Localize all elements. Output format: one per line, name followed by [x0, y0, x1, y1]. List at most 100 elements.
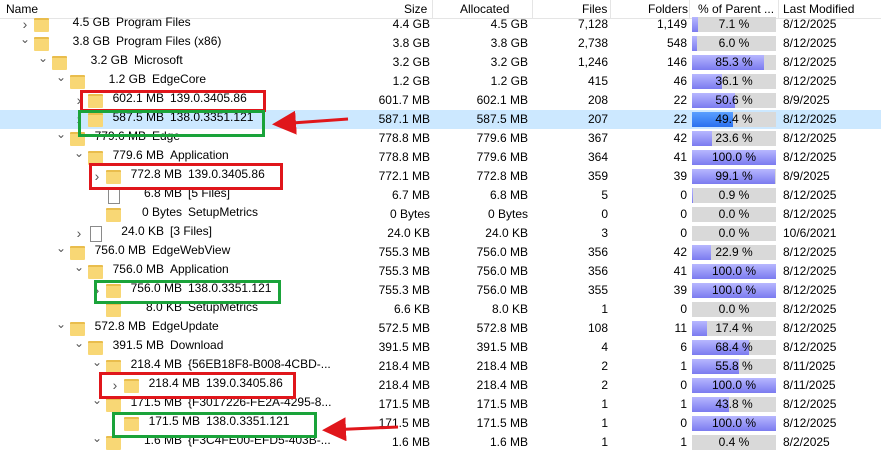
files-cell: 1	[601, 435, 608, 449]
allocated-cell: 218.4 MB	[476, 378, 528, 392]
allocated-cell: 756.0 MB	[476, 283, 528, 297]
percent-label: 100.0 %	[711, 416, 757, 430]
files-cell: 2,738	[577, 36, 608, 50]
chevron-right-icon[interactable]	[74, 224, 84, 243]
percent-bar: 23.6 %	[692, 131, 776, 146]
file-icon	[108, 188, 120, 204]
tree-row[interactable]: 24.0 KB [3 Files] 24.0 KB 24.0 KB 3 0 0.0 % 10/…	[0, 224, 881, 243]
percent-label: 7.1 %	[718, 17, 750, 31]
tree-item-name: Program Files	[116, 15, 191, 29]
percent-label: 49.4 %	[715, 112, 753, 126]
modified-cell: 8/12/2025	[783, 74, 837, 88]
files-cell: 4	[601, 340, 608, 354]
modified-cell: 8/2/2025	[783, 435, 830, 449]
chevron-down-icon[interactable]	[56, 243, 66, 262]
files-cell: 2	[601, 378, 608, 392]
folders-cell: 22	[673, 93, 687, 107]
tree-item-name: Microsoft	[134, 53, 183, 67]
chevron-down-icon[interactable]	[74, 338, 84, 357]
tree-size-label: 779.6 MB	[112, 148, 164, 162]
tree-row[interactable]: 4.5 GB Program Files 4.4 GB 4.5 GB 7,128 1,14…	[0, 15, 881, 34]
modified-cell: 8/12/2025	[783, 150, 837, 164]
files-cell: 0	[601, 207, 608, 221]
allocated-cell: 756.0 MB	[476, 245, 528, 259]
percent-bar: 0.0 %	[692, 226, 776, 241]
tree-size-label: 24.0 KB	[121, 224, 164, 238]
chevron-down-icon[interactable]	[56, 72, 66, 91]
size-cell: 3.2 GB	[392, 55, 430, 69]
files-cell: 3	[601, 226, 608, 240]
folder-icon	[70, 322, 85, 336]
tree-item-name: EdgeWebView	[152, 243, 231, 257]
percent-label: 0.0 %	[718, 226, 750, 240]
folders-cell: 11	[674, 321, 687, 335]
chevron-down-icon[interactable]	[74, 148, 84, 167]
tree-row[interactable]: 756.0 MB EdgeWebView 755.3 MB 756.0 MB 356 42…	[0, 243, 881, 262]
size-cell: 572.5 MB	[378, 321, 430, 335]
size-cell: 778.8 MB	[378, 150, 430, 164]
percent-label: 100.0 %	[711, 264, 757, 278]
folders-cell: 0	[680, 302, 687, 316]
percent-bar: 55.8 %	[692, 359, 776, 374]
modified-cell: 8/12/2025	[783, 36, 837, 50]
files-cell: 207	[587, 112, 608, 126]
percent-label: 17.4 %	[715, 321, 753, 335]
size-cell: 24.0 KB	[387, 226, 430, 240]
tree-row[interactable]: 572.8 MB EdgeUpdate 572.5 MB 572.8 MB 108 11 1…	[0, 319, 881, 338]
folders-cell: 0	[680, 416, 687, 430]
tree-row[interactable]: 0 Bytes SetupMetrics 0 Bytes 0 Bytes 0 0 0.0 %…	[0, 205, 881, 224]
size-cell: 171.5 MB	[378, 397, 430, 411]
folders-cell: 1,149	[656, 17, 687, 31]
chevron-down-icon[interactable]	[74, 262, 84, 281]
chevron-down-icon[interactable]	[56, 129, 66, 148]
allocated-cell: 4.5 GB	[490, 17, 528, 31]
folder-icon	[106, 398, 121, 412]
green-highlight-box	[112, 412, 317, 438]
percent-bar: 85.3 %	[692, 55, 776, 70]
files-cell: 356	[587, 245, 608, 259]
percent-bar: 100.0 %	[692, 378, 776, 393]
percent-label: 85.3 %	[715, 55, 753, 69]
modified-cell: 8/12/2025	[783, 17, 837, 31]
folder-icon	[70, 75, 85, 89]
tree-row[interactable]: 3.2 GB Microsoft 3.2 GB 3.2 GB 1,246 146 85.3 …	[0, 53, 881, 72]
chevron-down-icon[interactable]	[56, 319, 66, 338]
folder-icon	[88, 265, 103, 279]
folders-cell: 1	[680, 435, 687, 449]
files-cell: 1	[601, 302, 608, 316]
files-cell: 367	[587, 131, 608, 145]
tree-row[interactable]: 3.8 GB Program Files (x86) 3.8 GB 3.8 GB 2,7…	[0, 34, 881, 53]
tree-size-label: 4.5 GB	[72, 15, 110, 29]
green-highlight-box	[78, 110, 265, 137]
modified-cell: 8/12/2025	[783, 131, 837, 145]
percent-bar: 100.0 %	[692, 150, 776, 165]
tree-item-name: Application	[170, 262, 229, 276]
chevron-down-icon[interactable]	[92, 433, 102, 452]
tree-size-label: 0 Bytes	[141, 205, 182, 219]
modified-cell: 8/12/2025	[783, 112, 837, 126]
percent-label: 100.0 %	[711, 283, 757, 297]
folders-cell: 548	[666, 36, 687, 50]
percent-bar: 22.9 %	[692, 245, 776, 260]
percent-label: 100.0 %	[711, 378, 757, 392]
chevron-down-icon[interactable]	[38, 53, 48, 72]
folder-icon	[106, 303, 121, 317]
folder-icon	[34, 18, 49, 32]
tree-row[interactable]: 1.2 GB EdgeCore 1.2 GB 1.2 GB 415 46 36.1 % 8/1…	[0, 72, 881, 91]
allocated-cell: 171.5 MB	[476, 416, 528, 430]
allocated-cell: 587.5 MB	[476, 112, 528, 126]
tree-size-label: 572.8 MB	[94, 319, 146, 333]
percent-label: 23.6 %	[715, 131, 753, 145]
chevron-down-icon[interactable]	[20, 34, 30, 53]
folder-icon	[88, 341, 103, 355]
size-cell: 3.8 GB	[392, 36, 430, 50]
tree-row[interactable]: 756.0 MB Application 755.3 MB 756.0 MB 356 41…	[0, 262, 881, 281]
percent-label: 50.6 %	[715, 93, 753, 107]
tree-row[interactable]: 391.5 MB Download 391.5 MB 391.5 MB 4 6 68.4 %…	[0, 338, 881, 357]
percent-bar: 36.1 %	[692, 74, 776, 89]
modified-cell: 8/12/2025	[783, 264, 837, 278]
allocated-cell: 0 Bytes	[487, 207, 528, 221]
files-cell: 1	[601, 416, 608, 430]
allocated-cell: 24.0 KB	[485, 226, 528, 240]
size-cell: 171.5 MB	[378, 416, 430, 430]
